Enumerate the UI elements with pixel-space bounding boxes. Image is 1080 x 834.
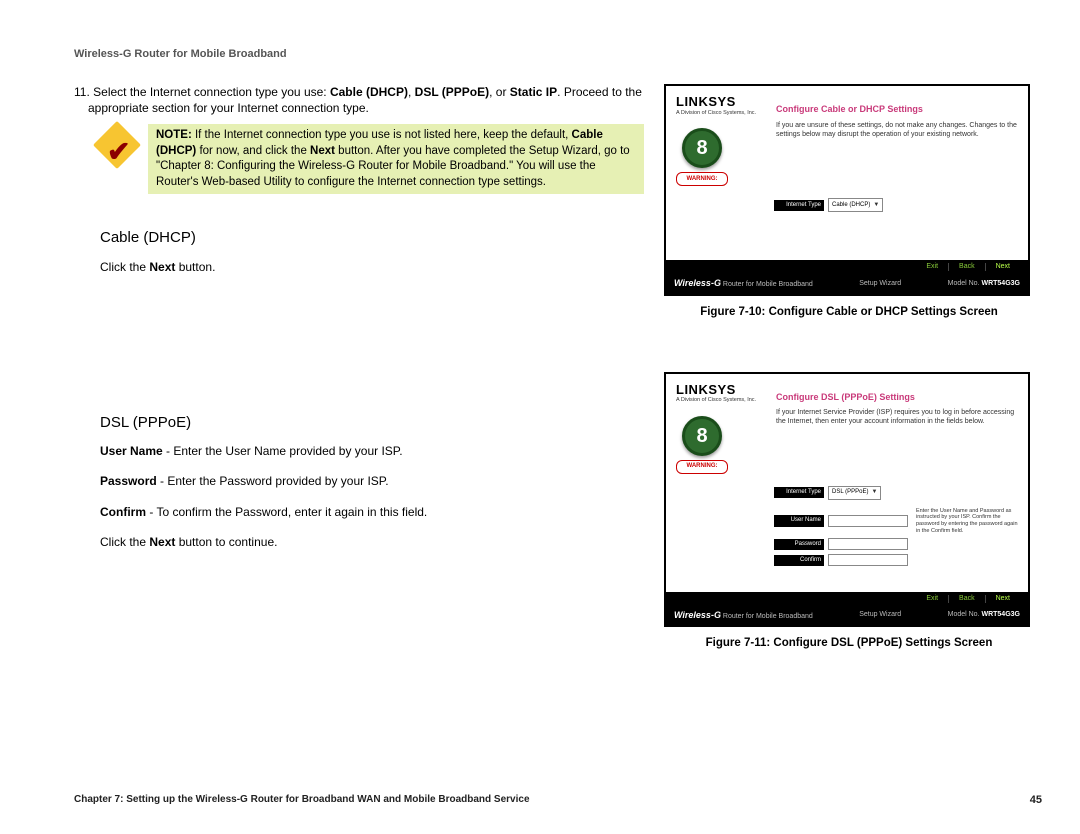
step-badge: 8: [682, 128, 722, 168]
page-number: 45: [1030, 794, 1042, 806]
warning-badge: WARNING:: [676, 460, 728, 474]
wizard2-title: Configure DSL (PPPoE) Settings: [776, 392, 1018, 403]
dsl-confirm: Confirm - To confirm the Password, enter…: [100, 504, 644, 520]
wizard1-desc: If you are unsure of these settings, do …: [776, 121, 1018, 139]
back-button[interactable]: Back: [948, 595, 985, 603]
internet-type-select[interactable]: DSL (PPPoE)▼: [828, 486, 881, 500]
next-button[interactable]: Next: [985, 263, 1020, 271]
dsl-username: User Name - Enter the User Name provided…: [100, 443, 644, 459]
warning-check-icon: ✔: [100, 128, 134, 162]
section-cable-heading: Cable (DHCP): [100, 228, 644, 248]
section-dsl-heading: DSL (PPPoE): [100, 413, 644, 433]
password-label: Password: [774, 539, 824, 550]
username-label: User Name: [774, 515, 824, 526]
dsl-next: Click the Next button to continue.: [100, 534, 644, 550]
wizard-nav: Exit Back Next: [666, 592, 1028, 606]
wizard1-title: Configure Cable or DHCP Settings: [776, 104, 1018, 115]
figure-7-10-caption: Figure 7-10: Configure Cable or DHCP Set…: [664, 306, 1034, 318]
username-input[interactable]: [828, 515, 908, 527]
note-callout: ✔ NOTE: If the Internet connection type …: [100, 124, 644, 194]
linksys-logo: LINKSYS A Division of Cisco Systems, Inc…: [676, 382, 766, 474]
page-footer: Chapter 7: Setting up the Wireless-G Rou…: [74, 793, 1042, 806]
chapter-label: Chapter 7: Setting up the Wireless-G Rou…: [74, 793, 530, 806]
helper-text: Enter the User Name and Password as inst…: [916, 508, 1018, 534]
warning-badge: WARNING:: [676, 172, 728, 186]
wizard2-desc: If your Internet Service Provider (ISP) …: [776, 408, 1018, 426]
confirm-input[interactable]: [828, 554, 908, 566]
figure-7-11-screenshot: LINKSYS A Division of Cisco Systems, Inc…: [664, 372, 1030, 628]
exit-button[interactable]: Exit: [916, 263, 948, 271]
step-11: 11. Select the Internet connection type …: [88, 84, 644, 116]
linksys-logo: LINKSYS A Division of Cisco Systems, Inc…: [676, 94, 766, 186]
wizard-nav: Exit Back Next: [666, 260, 1028, 274]
body-text: 11. Select the Internet connection type …: [74, 84, 644, 564]
internet-type-label: Internet Type: [774, 200, 824, 211]
password-input[interactable]: [828, 538, 908, 550]
internet-type-select[interactable]: Cable (DHCP)▼: [828, 198, 883, 212]
internet-type-label: Internet Type: [774, 487, 824, 498]
chevron-down-icon: ▼: [873, 202, 879, 209]
back-button[interactable]: Back: [948, 263, 985, 271]
running-header: Wireless-G Router for Mobile Broadband: [74, 48, 1042, 60]
confirm-label: Confirm: [774, 555, 824, 566]
exit-button[interactable]: Exit: [916, 595, 948, 603]
figure-7-11-caption: Figure 7-11: Configure DSL (PPPoE) Setti…: [664, 637, 1034, 649]
cable-instruction: Click the Next button.: [100, 259, 644, 275]
chevron-down-icon: ▼: [871, 489, 877, 496]
dsl-password: Password - Enter the Password provided b…: [100, 473, 644, 489]
step-badge: 8: [682, 416, 722, 456]
figure-7-10-screenshot: LINKSYS A Division of Cisco Systems, Inc…: [664, 84, 1030, 296]
step-number: 11.: [74, 85, 90, 99]
next-button[interactable]: Next: [985, 595, 1020, 603]
